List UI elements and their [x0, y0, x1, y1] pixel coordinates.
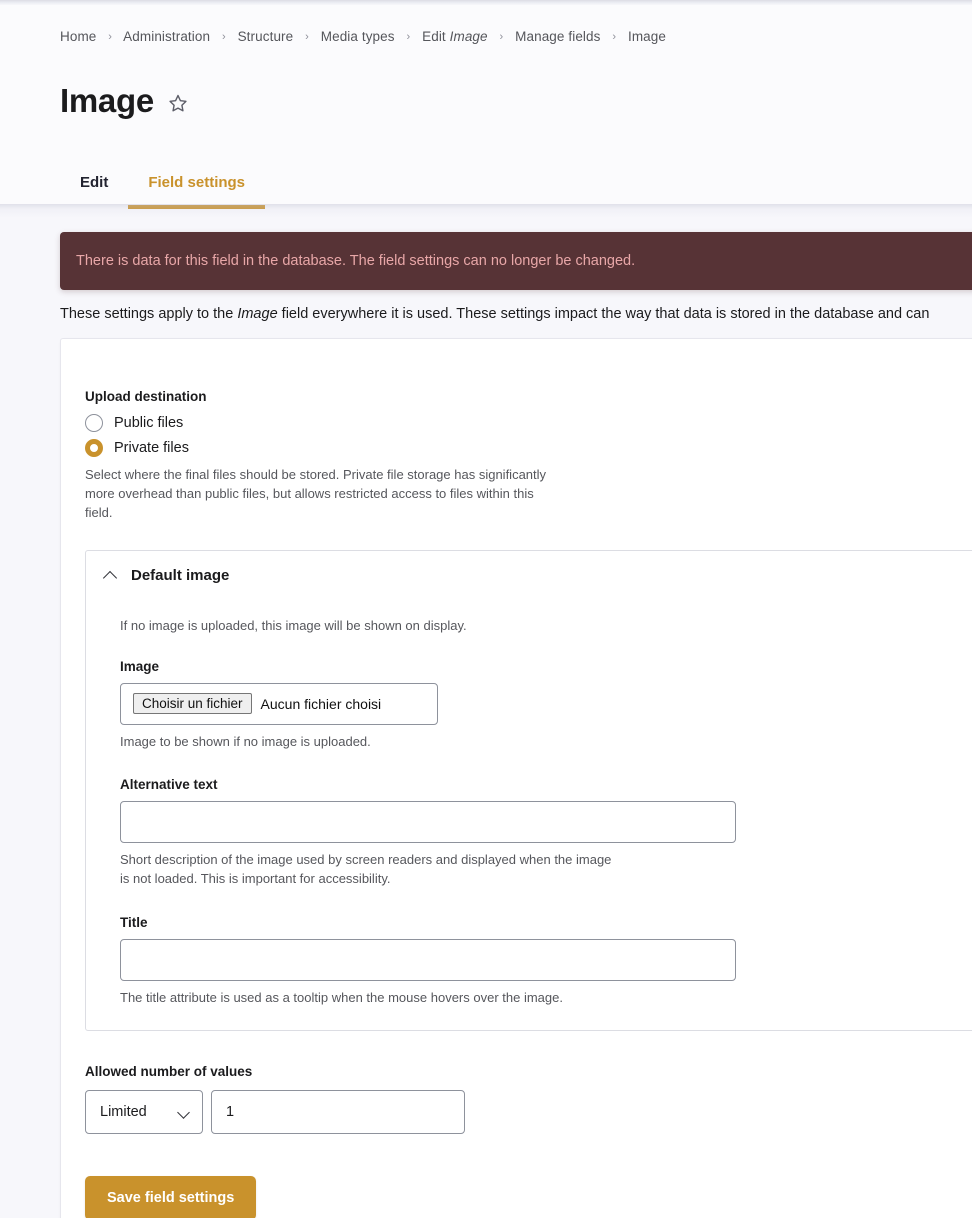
radio-private-files[interactable]: Private files	[85, 439, 972, 457]
choose-file-button[interactable]: Choisir un fichier	[133, 693, 252, 715]
radio-public-files[interactable]: Public files	[85, 414, 972, 432]
error-message-text: There is data for this field in the data…	[76, 253, 636, 269]
upload-destination-description: Select where the final files should be s…	[85, 467, 547, 520]
breadcrumb-item-edit-image[interactable]: Edit Image	[422, 29, 488, 44]
breadcrumb-separator-icon: ›	[221, 31, 226, 43]
intro-field-name: Image	[237, 306, 278, 322]
default-image-image-label: Image	[120, 658, 160, 674]
default-image-details: Default image If no image is uploaded, t…	[85, 549, 972, 1031]
field-settings-form: Upload destination Public files Private …	[60, 338, 972, 1218]
breadcrumb-item-administration[interactable]: Administration	[123, 29, 210, 44]
breadcrumb-item-media-types[interactable]: Media types	[321, 29, 395, 44]
cardinality-row: Limited	[85, 1089, 972, 1134]
tab-edit[interactable]: Edit	[60, 174, 128, 209]
breadcrumb: Home › Administration › Structure › Medi…	[60, 29, 666, 44]
cardinality-select[interactable]: Limited	[85, 1089, 203, 1134]
radio-private-files-indicator[interactable]	[85, 439, 103, 457]
title-field-label: Title	[120, 915, 148, 931]
cardinality-label: Allowed number of values	[85, 1063, 253, 1079]
breadcrumb-item-current: Image	[627, 29, 667, 44]
alt-text-hint: Short description of the image used by s…	[120, 852, 612, 887]
default-image-body: If no image is uploaded, this image will…	[86, 598, 972, 1030]
page-header: Home › Administration › Structure › Medi…	[0, 5, 972, 209]
radio-public-files-label: Public files	[114, 415, 184, 431]
breadcrumb-edit-entity: Image	[449, 29, 488, 44]
breadcrumb-edit-prefix: Edit	[422, 29, 450, 44]
breadcrumb-separator-icon: ›	[612, 31, 617, 43]
chevron-up-icon[interactable]	[104, 569, 117, 582]
cardinality-select-value: Limited	[100, 1103, 147, 1120]
default-image-summary[interactable]: Default image	[86, 551, 972, 598]
save-field-settings-button[interactable]: Save field settings	[85, 1175, 257, 1218]
breadcrumb-item-manage-fields[interactable]: Manage fields	[515, 29, 600, 44]
radio-public-files-indicator[interactable]	[85, 414, 103, 432]
tab-field-settings[interactable]: Field settings	[128, 174, 266, 209]
page-title-row: Image	[60, 82, 189, 119]
intro-after: field everywhere it is used. These setti…	[277, 306, 930, 322]
default-image-intro: If no image is uploaded, this image will…	[120, 617, 467, 633]
default-image-file-input[interactable]: Choisir un fichier Aucun fichier choisi	[120, 682, 438, 725]
alt-text-input[interactable]	[120, 801, 736, 844]
title-field-hint: The title attribute is used as a tooltip…	[120, 990, 563, 1006]
cardinality-number-input[interactable]	[211, 1089, 465, 1134]
error-message-banner: There is data for this field in the data…	[60, 232, 972, 290]
title-field-input[interactable]	[120, 939, 736, 982]
intro-before: These settings apply to the	[60, 306, 238, 322]
breadcrumb-separator-icon: ›	[499, 31, 504, 43]
default-image-title: Default image	[131, 566, 230, 584]
radio-private-files-label: Private files	[114, 440, 189, 456]
breadcrumb-separator-icon: ›	[305, 31, 309, 43]
page-title: Image	[60, 82, 154, 119]
page-content: There is data for this field in the data…	[0, 218, 972, 1218]
breadcrumb-item-home[interactable]: Home	[60, 29, 96, 44]
breadcrumb-separator-icon: ›	[108, 31, 113, 43]
upload-destination-label: Upload destination	[85, 389, 207, 404]
chevron-down-icon	[178, 1106, 190, 1118]
form-actions: Save field settings	[85, 1175, 972, 1218]
settings-intro-text: These settings apply to the Image field …	[60, 304, 972, 326]
breadcrumb-item-structure[interactable]: Structure	[238, 29, 294, 44]
upload-destination-group: Upload destination Public files Private …	[85, 389, 972, 523]
default-image-file-hint: Image to be shown if no image is uploade…	[120, 733, 371, 749]
file-selection-status: Aucun fichier choisi	[260, 695, 382, 712]
alt-text-label: Alternative text	[120, 777, 218, 793]
breadcrumb-separator-icon: ›	[406, 31, 411, 43]
cardinality-group: Allowed number of values Limited	[85, 1064, 972, 1134]
star-outline-icon[interactable]	[167, 92, 189, 114]
primary-tabs: Edit Field settings	[60, 157, 266, 209]
